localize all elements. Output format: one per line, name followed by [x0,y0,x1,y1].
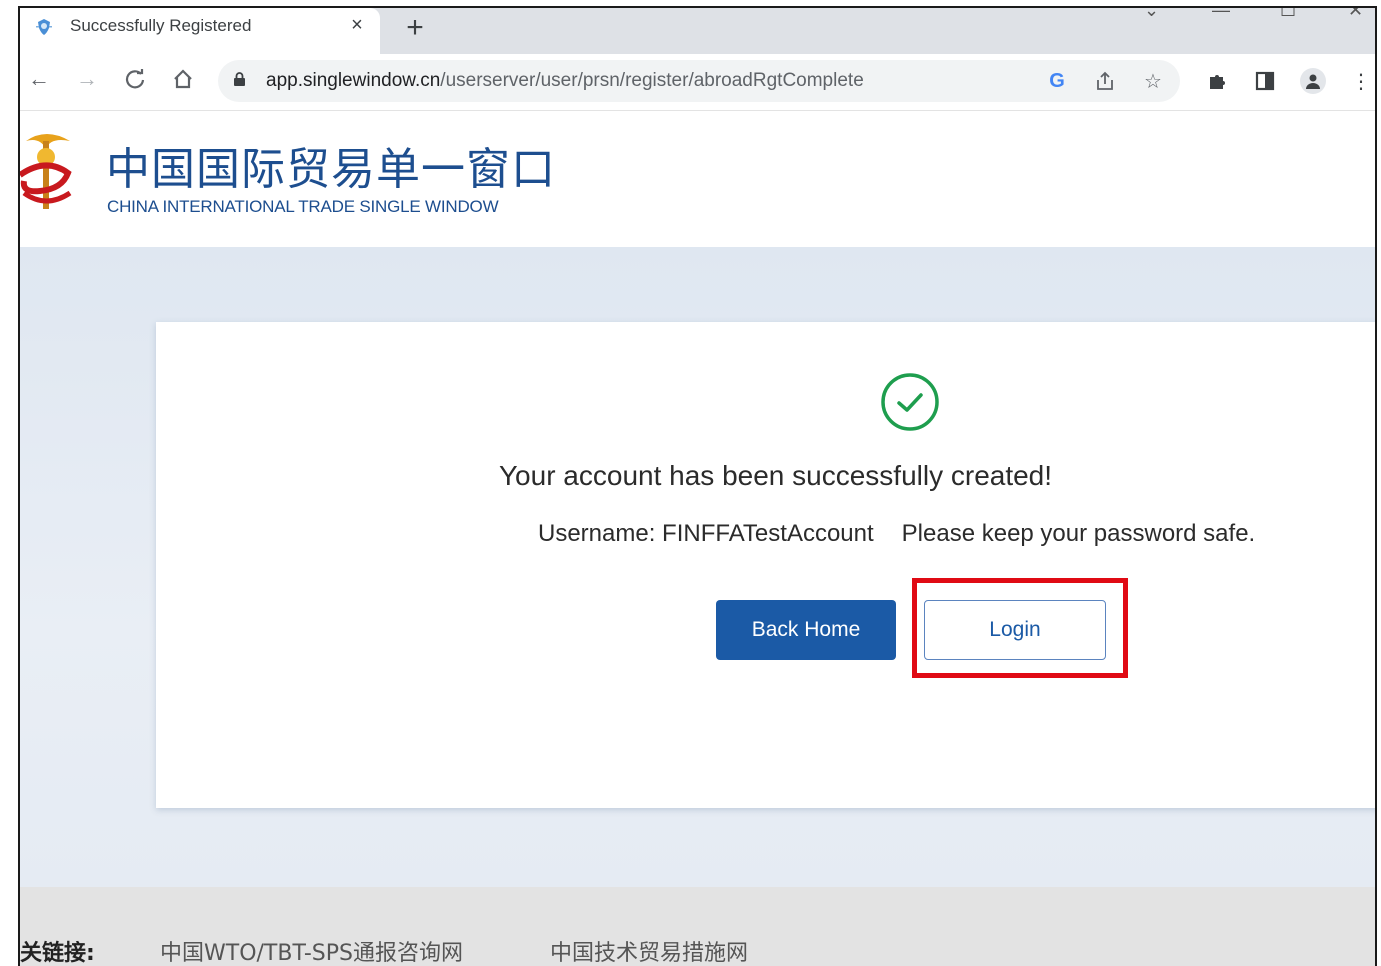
forward-arrow-icon[interactable]: → [72,64,102,94]
tab-strip: Successfully Registered × + ⌄ — ☐ ✕ [20,8,1375,54]
site-header: 中国国际贸易单一窗口 CHINA INTERNATIONAL TRADE SIN… [20,111,1375,247]
browser-tab[interactable]: Successfully Registered × [20,8,380,54]
footer-link-trade-measures[interactable]: 中国技术贸易措施网 [550,935,748,966]
site-logo-emblem-icon [20,134,72,209]
username-text: Username: FINFFATestAccount [538,520,874,547]
extensions-puzzle-icon[interactable] [1204,68,1230,94]
site-favicon-icon [36,19,52,35]
google-translate-icon[interactable]: G [1044,68,1070,94]
footer-link-wto[interactable]: 中国WTO/TBT-SPS通报咨询网 [160,935,463,966]
site-title-chinese: 中国国际贸易单一窗口 [106,144,556,195]
success-message: Your account has been successfully creat… [498,460,1053,491]
footer: 关链接: 中国WTO/TBT-SPS通报咨询网 中国技术贸易措施网 [20,887,1375,966]
share-icon[interactable] [1092,68,1118,94]
back-arrow-icon[interactable]: ← [24,64,54,94]
new-tab-button[interactable]: + [400,10,430,46]
account-info-line: Username: FINFFATestAccount Please keep y… [538,520,1255,548]
footer-related-links-label: 关链接: [20,941,95,966]
minimize-icon[interactable]: — [1212,8,1230,21]
home-icon[interactable] [168,64,198,94]
menu-kebab-icon[interactable]: ⋮ [1348,68,1374,94]
bookmark-star-icon[interactable]: ☆ [1140,68,1166,94]
url-text: app.singlewindow.cn/userserver/user/prsn… [266,70,864,91]
profile-avatar-icon[interactable] [1300,68,1326,94]
browser-toolbar: ← → app.singlewindow.cn/userserver/user/… [20,54,1375,111]
back-home-button[interactable]: Back Home [716,600,896,660]
lock-icon [234,72,245,86]
site-title-english: CHINA INTERNATIONAL TRADE SINGLE WINDOW [107,197,499,216]
registration-success-card: Your account has been successfully creat… [156,322,1375,808]
login-highlight-box [912,578,1128,678]
password-note: Please keep your password safe. [901,520,1256,547]
reload-icon[interactable] [120,64,150,94]
tab-close-icon[interactable]: × [346,14,368,37]
success-check-icon [881,373,939,431]
side-panel-icon[interactable] [1252,68,1278,94]
tab-title: Successfully Registered [70,16,252,35]
address-bar[interactable]: app.singlewindow.cn/userserver/user/prsn… [218,60,1180,102]
maximize-icon[interactable]: ☐ [1280,8,1296,21]
close-window-icon[interactable]: ✕ [1348,8,1363,21]
browser-window: Successfully Registered × + ⌄ — ☐ ✕ ← → … [18,6,1377,966]
tab-search-icon[interactable]: ⌄ [1144,8,1159,21]
